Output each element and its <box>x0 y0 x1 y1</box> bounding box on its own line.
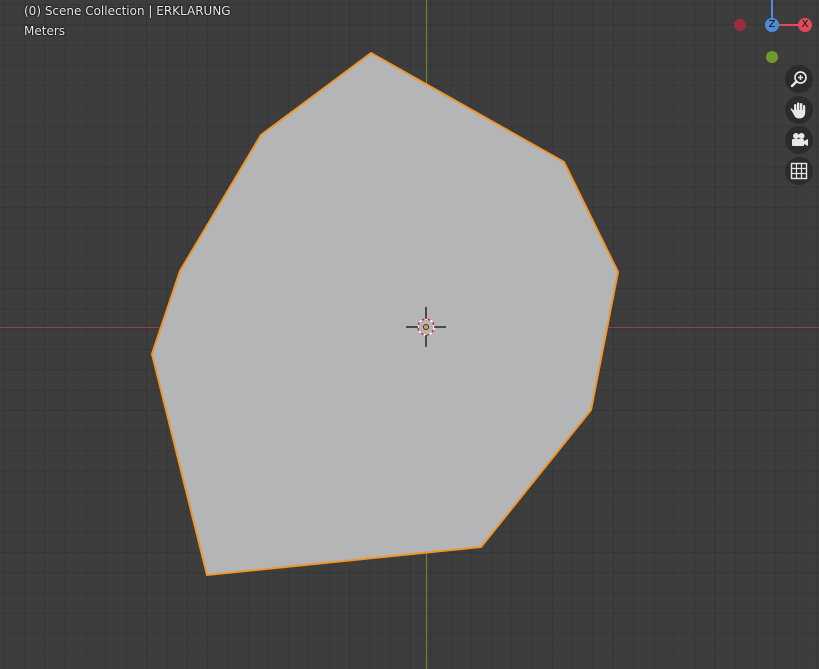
zoom-icon <box>790 71 807 88</box>
gizmo-negative-x-handle[interactable] <box>734 19 746 31</box>
camera-view-button[interactable] <box>785 126 813 154</box>
pan-button[interactable] <box>785 96 813 124</box>
gizmo-z-handle[interactable]: Z <box>765 18 779 32</box>
gizmo-negative-y-handle[interactable] <box>766 51 778 63</box>
gizmo-z-axis-line <box>771 0 773 18</box>
gizmo-x-label: X <box>801 19 809 30</box>
orthographic-toggle-button[interactable] <box>785 157 813 185</box>
hand-pan-icon <box>790 102 806 119</box>
grid-icon <box>790 162 808 180</box>
units-label: Meters <box>24 24 66 38</box>
gizmo-x-axis-line <box>779 24 799 26</box>
scene-collection-label: (0) Scene Collection | ERKLARUNG <box>24 4 231 18</box>
gizmo-z-label: Z <box>768 19 776 30</box>
selected-mesh-face[interactable] <box>151 52 619 576</box>
zoom-button[interactable] <box>785 65 813 93</box>
gizmo-x-handle[interactable]: X <box>798 18 812 32</box>
3d-viewport[interactable]: (0) Scene Collection | ERKLARUNG Meters … <box>0 0 819 669</box>
mesh-canvas <box>151 52 619 576</box>
camera-icon <box>792 133 808 146</box>
